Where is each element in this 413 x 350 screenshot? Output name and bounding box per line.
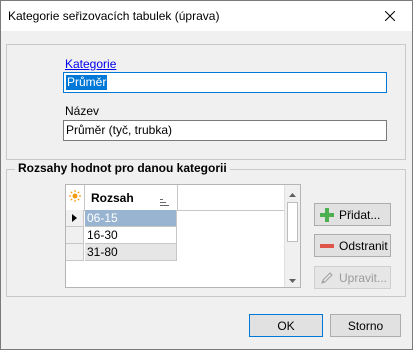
range-cell[interactable]: 31-80 <box>85 244 177 261</box>
chevron-down-icon <box>289 272 296 286</box>
row-indicator[interactable] <box>66 244 84 261</box>
range-cell[interactable]: 06-15 <box>85 210 177 227</box>
row-indicator[interactable] <box>66 210 84 227</box>
add-button[interactable]: Přidat... <box>314 203 391 226</box>
grid-scrollbar[interactable] <box>284 185 300 287</box>
grid-header: Rozsah <box>66 185 286 211</box>
category-value: Průměr <box>66 75 108 90</box>
ranges-grid[interactable]: Rozsah 06-15 16-30 31-80 <box>65 184 301 288</box>
column-header-label: Rozsah <box>91 191 134 205</box>
ok-button[interactable]: OK <box>249 314 323 337</box>
table-row[interactable]: 31-80 <box>66 244 178 261</box>
scroll-up-button[interactable] <box>285 185 300 201</box>
pencil-icon <box>319 270 335 286</box>
category-input[interactable]: Průměr <box>63 72 387 93</box>
close-button[interactable] <box>368 1 412 31</box>
table-row[interactable]: 16-30 <box>66 227 178 244</box>
window-title: Kategorie seřizovacích tabulek (úprava) <box>8 9 220 23</box>
chevron-up-icon <box>289 186 296 200</box>
edit-button-label: Upravit... <box>339 270 388 285</box>
sort-icon <box>160 195 169 209</box>
name-label: Název <box>65 104 100 118</box>
scroll-down-button[interactable] <box>285 271 300 287</box>
plus-icon <box>319 207 335 223</box>
cancel-button[interactable]: Storno <box>330 314 401 337</box>
minus-icon <box>319 238 335 254</box>
column-header-range[interactable]: Rozsah <box>85 185 178 210</box>
ok-button-label: OK <box>277 318 295 333</box>
title-bar[interactable]: Kategorie seřizovacích tabulek (úprava) <box>1 1 412 31</box>
scroll-thumb[interactable] <box>287 202 298 242</box>
range-cell[interactable]: 16-30 <box>85 227 177 244</box>
name-input[interactable]: Průměr (tyč, trubka) <box>63 120 387 141</box>
edit-button[interactable]: Upravit... <box>314 266 391 289</box>
remove-button[interactable]: Odstranit <box>314 234 391 257</box>
add-button-label: Přidat... <box>339 207 381 222</box>
close-icon <box>385 11 395 21</box>
remove-button-label: Odstranit <box>339 238 388 253</box>
category-label[interactable]: Kategorie <box>65 57 116 71</box>
dialog-window: Kategorie seřizovacích tabulek (úprava) … <box>0 0 413 350</box>
row-indicator[interactable] <box>66 227 84 244</box>
current-row-arrow-icon <box>72 211 77 225</box>
column-options-button[interactable] <box>66 185 85 210</box>
ranges-group-title: Rozsahy hodnot pro danou kategorii <box>15 161 230 175</box>
cancel-button-label: Storno <box>347 318 384 333</box>
sun-icon <box>69 190 81 205</box>
table-row[interactable]: 06-15 <box>66 210 178 227</box>
